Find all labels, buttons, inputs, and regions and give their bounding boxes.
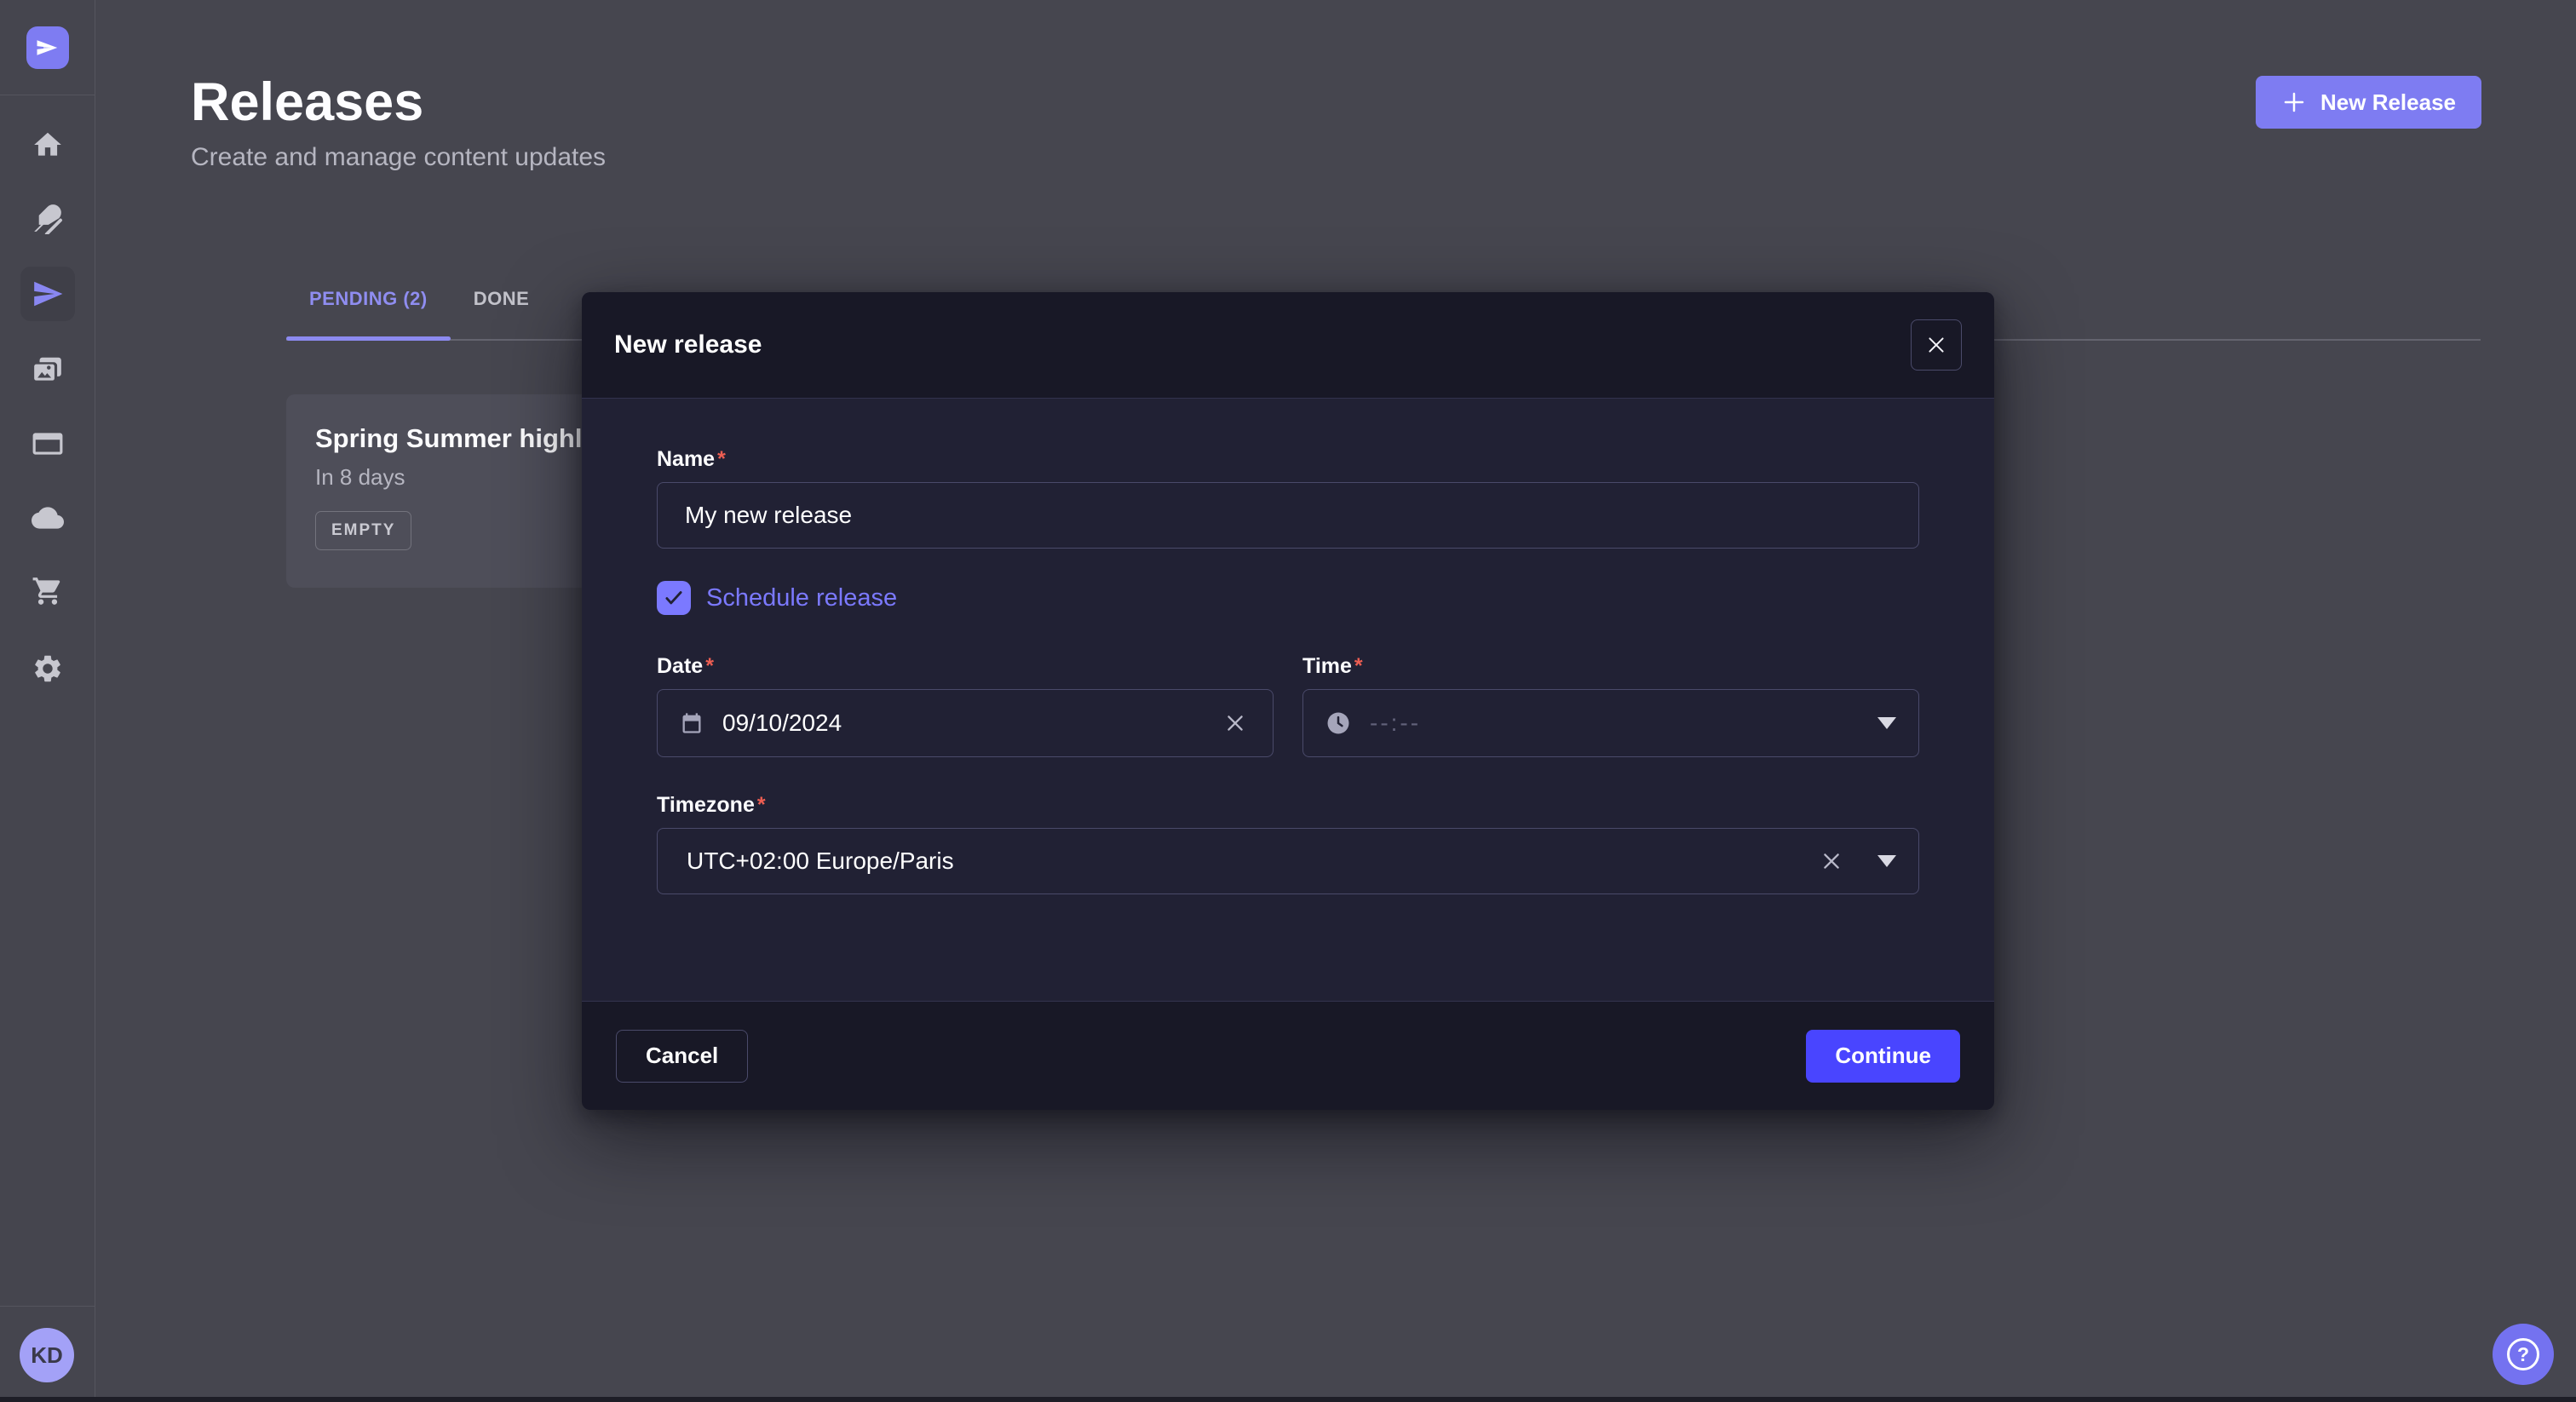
sidebar-item-content-manager[interactable]: [20, 417, 75, 471]
schedule-release-row: Schedule release: [657, 581, 1919, 615]
time-label: Time*: [1302, 654, 1363, 678]
required-asterisk: *: [1354, 654, 1363, 678]
send-icon: [32, 278, 64, 310]
modal-body: Name* Schedule release Date*: [582, 399, 1994, 894]
send-logo-icon: [35, 35, 60, 60]
timezone-field-group: Timezone* UTC+02:00 Europe/Paris: [657, 793, 1919, 894]
timezone-clear-button[interactable]: [1816, 846, 1847, 876]
sidebar-item-deploy[interactable]: [20, 491, 75, 545]
date-field-group: Date* 09/10/2024: [657, 654, 1274, 757]
time-field-group: Time* --:--: [1302, 654, 1919, 757]
new-release-modal: New release Name* Schedule release: [582, 292, 1994, 1110]
required-asterisk: *: [717, 447, 726, 471]
gear-icon: [32, 652, 64, 685]
sidebar-item-settings[interactable]: [20, 641, 75, 696]
feather-icon: [32, 202, 64, 234]
new-release-label: New Release: [2320, 89, 2456, 116]
screen-edge-strip: [0, 1397, 2576, 1402]
chevron-down-icon[interactable]: [1877, 717, 1896, 729]
continue-button[interactable]: Continue: [1806, 1030, 1960, 1083]
tab-done[interactable]: DONE: [451, 259, 553, 339]
sidebar-item-media-library[interactable]: [20, 342, 75, 397]
home-icon: [32, 129, 64, 161]
sidebar: KD: [0, 0, 95, 1402]
timezone-value: UTC+02:00 Europe/Paris: [680, 848, 954, 875]
page-subtitle: Create and manage content updates: [191, 143, 606, 172]
check-icon: [663, 587, 685, 609]
clear-x-icon: [1223, 711, 1247, 735]
chevron-down-icon[interactable]: [1877, 855, 1896, 867]
sidebar-item-releases[interactable]: [20, 267, 75, 321]
required-asterisk: *: [757, 793, 766, 817]
schedule-release-checkbox[interactable]: [657, 581, 691, 615]
date-label: Date*: [657, 654, 714, 678]
timezone-label: Timezone*: [657, 793, 766, 817]
name-input[interactable]: [657, 482, 1919, 549]
time-placeholder: --:--: [1370, 710, 1421, 737]
modal-title: New release: [614, 330, 762, 359]
date-picker-field[interactable]: 09/10/2024: [657, 689, 1274, 757]
date-clear-button[interactable]: [1220, 708, 1251, 738]
modal-close-button[interactable]: [1911, 319, 1962, 371]
timezone-select-field[interactable]: UTC+02:00 Europe/Paris: [657, 828, 1919, 894]
clear-x-icon: [1820, 849, 1843, 873]
cancel-button[interactable]: Cancel: [616, 1030, 748, 1083]
name-field-group: Name*: [657, 447, 1919, 549]
logo-section: [0, 0, 95, 95]
required-asterisk: *: [705, 654, 714, 678]
app-logo[interactable]: [26, 26, 69, 69]
question-mark-icon: ?: [2507, 1338, 2539, 1370]
help-button[interactable]: ?: [2493, 1324, 2554, 1385]
modal-footer: Cancel Continue: [582, 1001, 1994, 1110]
date-value: 09/10/2024: [722, 710, 842, 737]
sidebar-footer: KD: [0, 1306, 95, 1402]
app-screen: KD Releases Create and manage content up…: [0, 0, 2576, 1402]
time-picker-field[interactable]: --:--: [1302, 689, 1919, 757]
schedule-release-label[interactable]: Schedule release: [706, 584, 897, 612]
modal-header: New release: [582, 292, 1994, 399]
clock-icon: [1325, 710, 1351, 736]
page-title: Releases: [191, 72, 423, 133]
avatar[interactable]: KD: [20, 1328, 74, 1382]
media-icon: [32, 353, 64, 386]
cart-icon: [32, 575, 64, 607]
sidebar-item-content[interactable]: [20, 191, 75, 245]
name-label: Name*: [657, 447, 726, 471]
tab-pending[interactable]: PENDING (2): [286, 259, 451, 339]
new-release-button[interactable]: New Release: [2256, 76, 2481, 129]
sidebar-item-marketplace[interactable]: [20, 564, 75, 618]
plus-icon: [2281, 89, 2307, 115]
sidebar-item-home[interactable]: [20, 118, 75, 172]
cloud-icon: [32, 502, 64, 534]
status-badge: EMPTY: [315, 511, 411, 550]
layout-icon: [32, 428, 64, 460]
calendar-icon: [680, 711, 704, 735]
date-time-row: Date* 09/10/2024: [657, 654, 1919, 757]
close-icon: [1925, 334, 1947, 356]
